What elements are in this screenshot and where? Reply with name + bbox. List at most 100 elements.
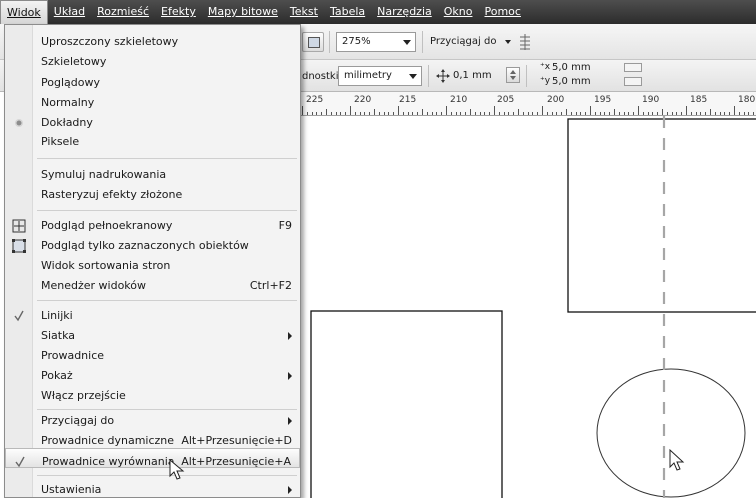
units-value: milimetry xyxy=(344,70,392,81)
ruler-tick xyxy=(465,112,467,115)
ruler-tick xyxy=(542,106,543,115)
menu-item-szkieletowy[interactable]: Szkieletowy xyxy=(5,52,300,72)
chevron-down-icon[interactable] xyxy=(505,40,511,44)
menu-item-piksele[interactable]: Piksele xyxy=(5,132,300,152)
menu-item-prowadnice-wyrownania[interactable]: Prowadnice wyrównania Alt+Przesunięcie+A xyxy=(5,448,300,468)
ruler-tick xyxy=(460,112,462,115)
menu-item-siatka[interactable]: Siatka xyxy=(5,326,300,346)
ruler-label: 185 xyxy=(690,95,708,105)
menu-rozmiesc[interactable]: Rozmieść xyxy=(91,0,155,24)
duplicate-y-field[interactable]: 5,0 mm xyxy=(552,76,591,87)
units-combo[interactable]: milimetry xyxy=(338,66,422,86)
menu-item-podglad-pelnoekranowy[interactable]: Podgląd pełnoekranowy F9 xyxy=(5,216,300,236)
ruler-tick xyxy=(402,112,404,115)
menu-separator xyxy=(37,210,297,211)
duplicate-x-field[interactable]: 5,0 mm xyxy=(552,62,591,73)
ruler-tick xyxy=(738,112,740,115)
menu-item-menedzer-widokow[interactable]: Menedżer widoków Ctrl+F2 xyxy=(5,276,300,296)
nudge-icon xyxy=(436,69,450,83)
ruler-tick xyxy=(522,112,524,115)
ruler-tick xyxy=(426,112,428,115)
menu-narzedzia[interactable]: Narzędzia xyxy=(371,0,438,24)
menu-mapy-bitowe[interactable]: Mapy bitowe xyxy=(202,0,284,24)
duplicate-x-icon: ⁺x xyxy=(540,62,551,72)
ruler-tick xyxy=(666,112,668,115)
chevron-down-icon xyxy=(409,74,417,79)
menu-item-podglad-zaznaczonych[interactable]: Podgląd tylko zaznaczonych obiektów xyxy=(5,236,300,256)
ruler-tick xyxy=(734,106,735,115)
ruler-tick xyxy=(609,112,611,115)
ruler-tick xyxy=(326,109,327,115)
ruler-tick xyxy=(422,109,423,115)
ruler-tick xyxy=(594,112,596,115)
menu-item-label: Prowadnice wyrównania xyxy=(42,455,175,468)
ruler-tick xyxy=(513,112,515,115)
menu-widok[interactable]: Widok xyxy=(0,0,48,24)
nudge-spinner[interactable] xyxy=(506,67,520,83)
toolbar-separator xyxy=(428,65,429,87)
menu-tabela[interactable]: Tabela xyxy=(324,0,371,24)
snap-to-button[interactable]: Przyciągaj do xyxy=(430,36,496,47)
ruler-tick xyxy=(494,106,495,115)
view-mode-button[interactable] xyxy=(302,32,324,52)
menu-pomoc[interactable]: Pomoc xyxy=(478,0,526,24)
view-dropdown-menu: Uproszczony szkieletowy Szkieletowy Pogl… xyxy=(4,24,301,498)
menu-item-label: Uproszczony szkieletowy xyxy=(41,35,179,48)
ruler-tick xyxy=(681,112,683,115)
zoom-level-combo[interactable]: 275% xyxy=(336,32,416,52)
menu-separator xyxy=(37,300,297,301)
submenu-arrow-icon xyxy=(288,486,292,494)
ruler-label: 210 xyxy=(450,95,468,105)
menu-item-ustawienia[interactable]: Ustawienia xyxy=(5,475,300,496)
ruler-tick xyxy=(614,109,615,115)
ruler-tick xyxy=(618,112,620,115)
menu-item-dokladny[interactable]: Dokładny xyxy=(5,113,300,133)
submenu-arrow-icon xyxy=(288,372,292,380)
ruler-tick xyxy=(570,112,572,115)
ruler-tick xyxy=(580,112,582,115)
ruler-tick xyxy=(489,112,491,115)
menu-item-przyciagaj-do[interactable]: Przyciągaj do xyxy=(5,406,300,427)
menu-item-label: Podgląd tylko zaznaczonych obiektów xyxy=(41,239,249,252)
menu-okno[interactable]: Okno xyxy=(438,0,479,24)
drawing-canvas[interactable] xyxy=(300,116,756,498)
menu-item-uproszczony-szkieletowy[interactable]: Uproszczony szkieletowy xyxy=(5,32,300,52)
nudge-distance-field[interactable]: 0,1 mm xyxy=(453,70,492,81)
snap-settings-icon[interactable] xyxy=(518,33,532,51)
rectangle-shape-top xyxy=(567,118,756,313)
ruler-tick xyxy=(302,106,303,115)
duplicate-y-spinner[interactable] xyxy=(624,77,642,86)
ruler-tick xyxy=(566,109,567,115)
ruler-tick xyxy=(647,112,649,115)
menu-item-pogladowy[interactable]: Poglądowy xyxy=(5,73,300,93)
menu-item-symuluj-nadrukowania[interactable]: Symuluj nadrukowania xyxy=(5,165,300,185)
ruler-tick xyxy=(374,109,375,115)
submenu-arrow-icon xyxy=(288,417,292,425)
menu-item-label: Ustawienia xyxy=(41,483,102,496)
menu-item-normalny[interactable]: Normalny xyxy=(5,93,300,113)
menu-item-label: Menedżer widoków xyxy=(41,279,147,292)
chevron-down-icon xyxy=(403,40,411,45)
ruler-tick xyxy=(354,112,356,115)
ruler-tick xyxy=(369,112,371,115)
menu-item-pokaz[interactable]: Pokaż xyxy=(5,366,300,386)
menu-uklad[interactable]: Układ xyxy=(48,0,91,24)
ruler-label: 180 xyxy=(738,95,756,105)
menu-item-prowadnice-dynamiczne[interactable]: Prowadnice dynamiczne Alt+Przesunięcie+D xyxy=(5,428,300,448)
duplicate-x-spinner[interactable] xyxy=(624,63,642,72)
ruler-tick xyxy=(479,112,481,115)
radio-bullet-icon xyxy=(15,119,23,127)
menu-tekst[interactable]: Tekst xyxy=(284,0,324,24)
ruler-tick xyxy=(719,112,721,115)
menu-item-prowadnice[interactable]: Prowadnice xyxy=(5,346,300,366)
ruler-label: 205 xyxy=(497,95,515,105)
menu-item-wlacz-przejscie[interactable]: Włącz przejście xyxy=(5,386,300,406)
menu-efekty[interactable]: Efekty xyxy=(155,0,202,24)
menu-item-linijki[interactable]: Linijki xyxy=(5,306,300,326)
ruler-tick xyxy=(474,112,476,115)
ruler-tick xyxy=(561,112,563,115)
menu-item-widok-sortowania-stron[interactable]: Widok sortowania stron xyxy=(5,256,300,276)
ruler-tick xyxy=(556,112,558,115)
horizontal-ruler[interactable]: 225 220 215 210 205 200 195 190 185 180 xyxy=(300,92,756,116)
menu-item-rasteryzuj-efekty[interactable]: Rasteryzuj efekty złożone xyxy=(5,185,300,205)
